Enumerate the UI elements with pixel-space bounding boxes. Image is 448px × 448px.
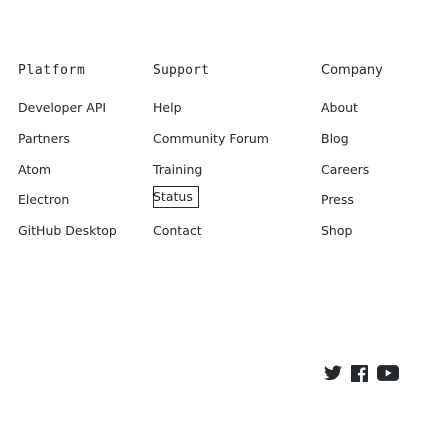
youtube-icon[interactable] (377, 365, 399, 385)
platform-heading: Platform (18, 63, 86, 78)
support-heading: Support (153, 63, 210, 78)
facebook-icon[interactable] (351, 365, 369, 385)
link-shop[interactable]: Shop (321, 223, 352, 239)
link-github-desktop[interactable]: GitHub Desktop (18, 223, 117, 239)
link-electron[interactable]: Electron (18, 192, 69, 208)
link-status-label: Status (153, 189, 193, 204)
link-blog[interactable]: Blog (321, 131, 349, 147)
link-status-focused[interactable]: Status (153, 186, 199, 208)
link-help[interactable]: Help (153, 100, 182, 116)
link-about[interactable]: About (321, 100, 358, 116)
link-atom[interactable]: Atom (18, 162, 51, 178)
link-press[interactable]: Press (321, 192, 354, 208)
twitter-icon[interactable] (324, 365, 342, 385)
link-community-forum[interactable]: Community Forum (153, 131, 269, 147)
link-partners[interactable]: Partners (18, 131, 70, 147)
company-heading: Company (321, 63, 383, 78)
link-training[interactable]: Training (153, 162, 202, 178)
link-careers[interactable]: Careers (321, 162, 369, 178)
link-contact[interactable]: Contact (153, 223, 202, 239)
link-developer-api[interactable]: Developer API (18, 100, 106, 116)
